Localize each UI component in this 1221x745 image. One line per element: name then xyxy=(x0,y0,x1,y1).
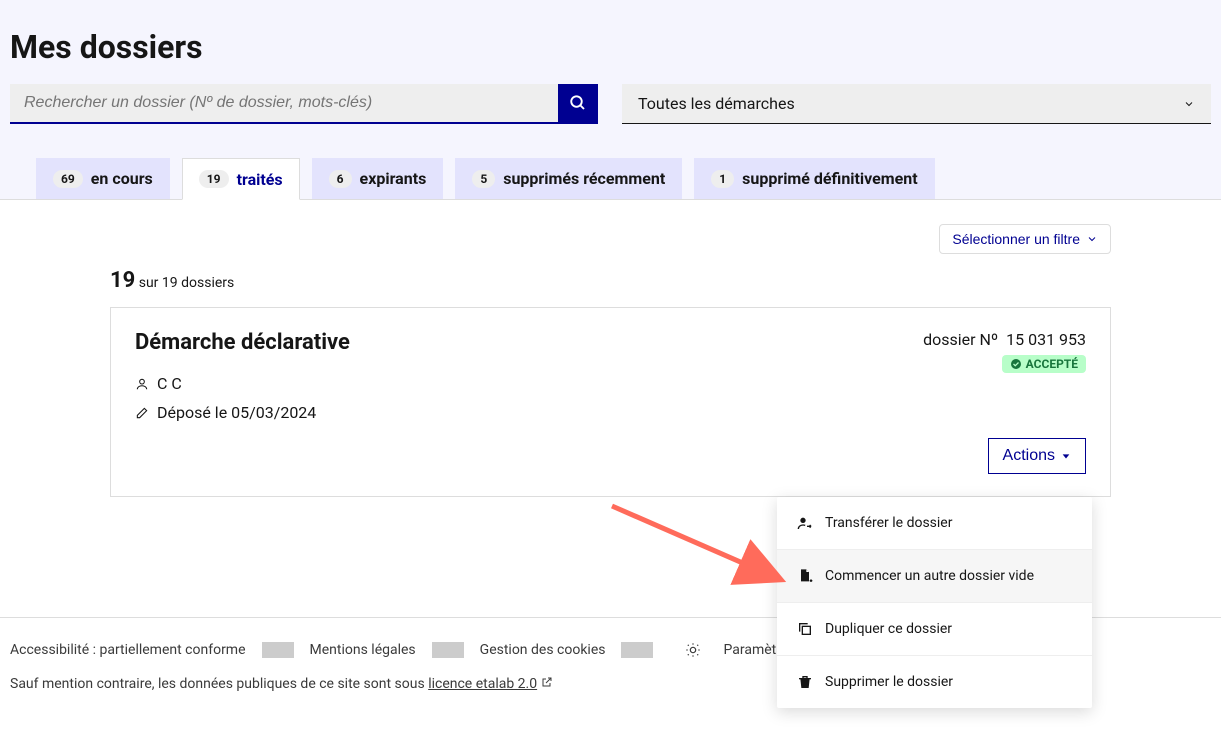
search-group xyxy=(10,84,598,124)
caret-down-icon xyxy=(1061,451,1071,461)
results-count: 19 sur 19 dossiers xyxy=(110,268,1111,293)
menu-item-label: Transférer le dossier xyxy=(825,515,952,531)
tab-en-cours[interactable]: 69 en cours xyxy=(36,158,170,199)
search-input[interactable] xyxy=(10,84,558,122)
tabs: 69 en cours 19 traités 6 expirants 5 sup… xyxy=(0,158,1221,200)
check-circle-icon xyxy=(1010,358,1022,370)
menu-item-label: Commencer un autre dossier vide xyxy=(825,568,1034,584)
user-arrow-icon xyxy=(797,515,813,531)
procedure-filter-select[interactable]: Toutes les démarches xyxy=(622,84,1211,124)
license-link[interactable]: licence etalab 2.0 xyxy=(428,676,537,692)
footer-cookies-link[interactable]: Gestion des cookies xyxy=(464,642,622,658)
theme-icon xyxy=(669,642,717,658)
results-sep: sur xyxy=(139,275,159,291)
external-link-icon xyxy=(541,676,553,688)
dossier-author: C C xyxy=(157,374,182,393)
filter-select-label: Sélectionner un filtre xyxy=(952,231,1080,247)
status-label: ACCEPTÉ xyxy=(1026,357,1078,371)
procedure-filter-label: Toutes les démarches xyxy=(638,94,795,113)
menu-new-empty-dossier[interactable]: Commencer un autre dossier vide xyxy=(777,550,1092,603)
tab-label: expirants xyxy=(360,169,427,188)
tab-count: 5 xyxy=(472,170,495,188)
tab-label: supprimé définitivement xyxy=(742,169,918,188)
tab-supprimes-recemment[interactable]: 5 supprimés récemment xyxy=(455,158,682,199)
person-icon xyxy=(135,377,149,391)
duplicate-icon xyxy=(797,621,813,637)
tab-label: traités xyxy=(237,170,283,189)
dossier-title: Démarche déclarative xyxy=(135,330,350,355)
tab-label: en cours xyxy=(91,169,153,188)
results-total: 19 dossiers xyxy=(162,275,234,291)
dossier-author-line: C C xyxy=(135,374,1086,393)
separator xyxy=(262,642,294,658)
dossier-deposit-line: Déposé le 05/03/2024 xyxy=(135,403,1086,422)
filter-select-button[interactable]: Sélectionner un filtre xyxy=(939,224,1111,254)
menu-item-label: Supprimer le dossier xyxy=(825,674,953,690)
dossier-number: dossier Nº 15 031 953 xyxy=(923,330,1086,349)
menu-delete-dossier[interactable]: Supprimer le dossier xyxy=(777,656,1092,708)
tab-count: 1 xyxy=(711,170,734,188)
tab-supprime-definitivement[interactable]: 1 supprimé définitivement xyxy=(694,158,934,199)
file-plus-icon xyxy=(797,568,813,584)
tab-count: 69 xyxy=(53,170,83,188)
tab-count: 19 xyxy=(199,170,229,188)
actions-label: Actions xyxy=(1003,447,1055,465)
search-icon xyxy=(569,94,587,112)
dossier-card[interactable]: Démarche déclarative dossier Nº 15 031 9… xyxy=(110,307,1111,497)
tab-count: 6 xyxy=(329,170,352,188)
dossier-deposit: Déposé le 05/03/2024 xyxy=(157,403,316,422)
actions-button[interactable]: Actions xyxy=(988,438,1086,474)
footer-legal-link[interactable]: Mentions légales xyxy=(294,642,432,658)
menu-transfer-dossier[interactable]: Transférer le dossier xyxy=(777,497,1092,550)
results-shown: 19 xyxy=(110,268,135,293)
footer-accessibility-link[interactable]: Accessibilité : partiellement conforme xyxy=(10,642,262,658)
trash-icon xyxy=(797,674,813,690)
tab-traites[interactable]: 19 traités xyxy=(182,158,300,200)
tab-expirants[interactable]: 6 expirants xyxy=(312,158,444,199)
tab-label: supprimés récemment xyxy=(503,169,665,188)
actions-dropdown: Transférer le dossier Commencer un autre… xyxy=(777,497,1092,708)
separator xyxy=(621,642,653,658)
chevron-down-icon xyxy=(1086,233,1098,245)
menu-duplicate-dossier[interactable]: Dupliquer ce dossier xyxy=(777,603,1092,656)
chevron-down-icon xyxy=(1183,98,1195,110)
separator xyxy=(432,642,464,658)
search-button[interactable] xyxy=(558,84,598,122)
page-title: Mes dossiers xyxy=(10,10,1211,84)
menu-item-label: Dupliquer ce dossier xyxy=(825,621,952,637)
edit-icon xyxy=(135,406,149,420)
status-badge: ACCEPTÉ xyxy=(1002,355,1086,373)
